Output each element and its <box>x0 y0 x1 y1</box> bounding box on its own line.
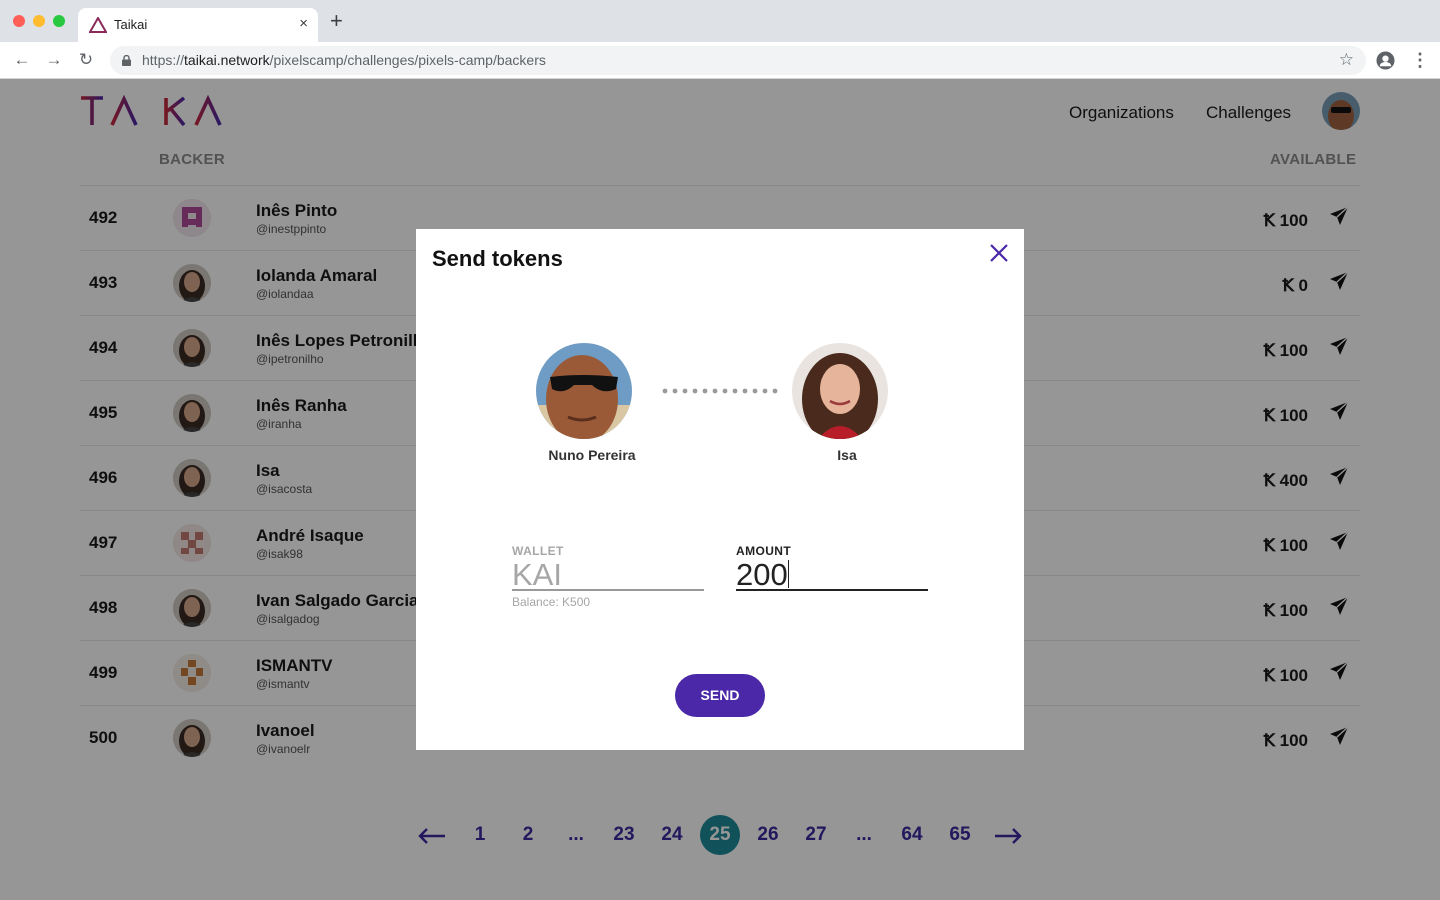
recipient-avatar <box>792 343 888 439</box>
wallet-label: WALLET <box>512 544 564 558</box>
reload-icon[interactable]: ↻ <box>76 50 96 70</box>
sender-avatar <box>536 343 632 439</box>
bookmark-star-icon[interactable]: ☆ <box>1339 51 1354 69</box>
tab-close-icon[interactable]: × <box>299 15 308 32</box>
amount-input[interactable]: 200 <box>736 557 928 591</box>
wallet-field[interactable]: KAI <box>512 557 704 591</box>
forward-icon[interactable]: → <box>44 50 64 70</box>
close-icon[interactable] <box>989 243 1009 263</box>
recipient-name: Isa <box>837 447 857 463</box>
amount-label: AMOUNT <box>736 544 792 558</box>
modal-title: Send tokens <box>432 246 563 271</box>
tab-title: Taikai <box>114 17 148 32</box>
browser-toolbar: ← → ↻ https://taikai.network/pixelscamp/… <box>0 42 1440 79</box>
transfer-dots <box>662 388 778 394</box>
profile-icon[interactable] <box>1376 51 1395 70</box>
lock-icon <box>122 55 131 66</box>
back-icon[interactable]: ← <box>12 50 32 70</box>
new-tab-button[interactable]: + <box>330 10 343 32</box>
send-tokens-modal: Send tokens Nuno Pereira Isa WALLET KAI … <box>416 229 1024 750</box>
url-text: https://taikai.network/pixelscamp/challe… <box>142 52 546 68</box>
taikai-favicon-icon <box>89 17 107 33</box>
maximize-window-button[interactable] <box>53 15 65 27</box>
address-bar[interactable]: https://taikai.network/pixelscamp/challe… <box>110 46 1366 75</box>
browser-tab[interactable]: Taikai × <box>78 8 318 42</box>
send-button[interactable]: SEND <box>675 674 765 717</box>
browser-menu-icon[interactable]: ⋮ <box>1411 50 1429 70</box>
balance-hint: Balance: K500 <box>512 595 591 609</box>
minimize-window-button[interactable] <box>33 15 45 27</box>
close-window-button[interactable] <box>13 15 25 27</box>
browser-tab-strip: Taikai × + <box>0 0 1440 42</box>
text-caret <box>787 560 789 588</box>
sender-name: Nuno Pereira <box>548 447 636 463</box>
